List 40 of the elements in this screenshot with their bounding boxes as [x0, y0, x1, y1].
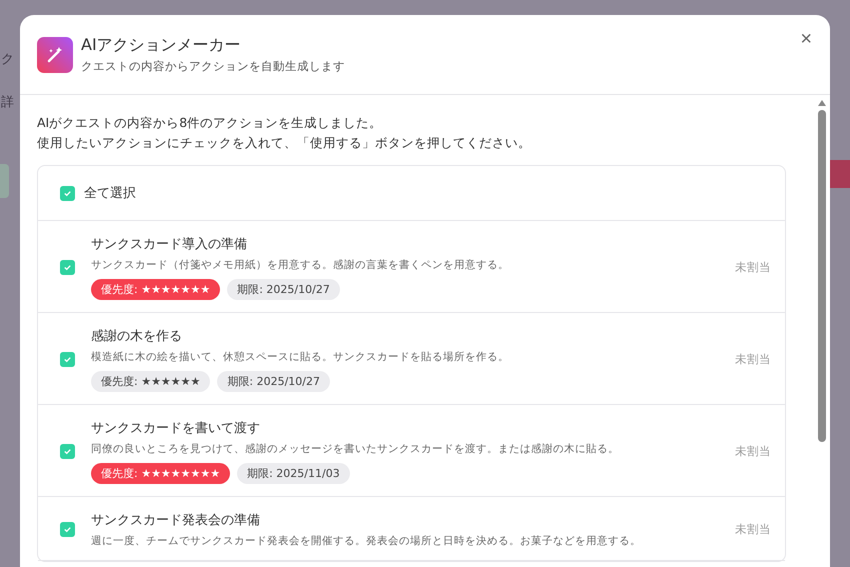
- deadline-badge: 期限: 2025/10/27: [227, 279, 340, 300]
- action-title: サンクスカード導入の準備: [91, 236, 248, 253]
- select-all-label: 全て選択: [84, 185, 136, 202]
- scroll-up-icon[interactable]: [818, 100, 826, 106]
- checkmark-icon: [63, 263, 72, 272]
- assignee-label: 未割当: [735, 260, 771, 275]
- action-checkbox[interactable]: [60, 352, 75, 367]
- action-title: 感謝の木を作る: [91, 328, 183, 345]
- deadline-badge: 期限: 2025/10/27: [217, 371, 330, 392]
- checkmark-icon: [63, 447, 72, 456]
- assignee-label: 未割当: [735, 444, 771, 459]
- action-title: サンクスカード発表会の準備: [91, 512, 261, 529]
- checkmark-icon: [63, 188, 72, 198]
- action-description: 週に一度、チームでサンクスカード発表会を開催する。発表会の場所と日時を決める。お菓子などを用意する。: [91, 534, 642, 548]
- intro-text: 使用したいアクションにチェックを入れて、「使用する」ボタンを押してください。: [37, 134, 532, 152]
- dialog-title: AIアクションメーカー: [81, 35, 242, 56]
- background-text: 詳: [1, 94, 14, 111]
- checkmark-icon: [63, 525, 72, 534]
- action-checkbox[interactable]: [60, 444, 75, 459]
- magic-wand-icon: [37, 36, 73, 72]
- priority-badge: 優先度: ★★★★★★★: [91, 279, 220, 300]
- action-description: 同僚の良いところを見つけて、感謝のメッセージを書いたサンクスカードを渡す。または感謝の木に貼る。: [91, 442, 620, 456]
- priority-badge: 優先度: ★★★★★★: [91, 371, 210, 392]
- background-chip: [0, 164, 9, 198]
- action-description: サンクスカード（付箋やメモ用紙）を用意する。感謝の言葉を書くペンを用意する。: [91, 258, 510, 272]
- assignee-label: 未割当: [735, 352, 771, 367]
- priority-badge: 優先度: ★★★★★★★★: [91, 463, 230, 484]
- assignee-label: 未割当: [735, 522, 771, 537]
- close-button[interactable]: ×: [798, 27, 814, 51]
- deadline-badge: 期限: 2025/11/03: [237, 463, 350, 484]
- background-text: ク: [1, 51, 14, 68]
- action-description: 模造紙に木の絵を描いて、休憩スペースに貼る。サンクスカードを貼る場所を作る。: [91, 350, 510, 364]
- action-title: サンクスカードを書いて渡す: [91, 420, 261, 437]
- action-checkbox[interactable]: [60, 260, 75, 275]
- select-all-checkbox[interactable]: [60, 186, 75, 200]
- dialog-subtitle: クエストの内容からアクションを自動生成します: [81, 59, 345, 74]
- action-checkbox[interactable]: [60, 522, 75, 537]
- intro-text: AIがクエストの内容から8件のアクションを生成しました。: [37, 114, 384, 132]
- scrollbar-thumb[interactable]: [818, 110, 826, 442]
- checkmark-icon: [63, 355, 72, 364]
